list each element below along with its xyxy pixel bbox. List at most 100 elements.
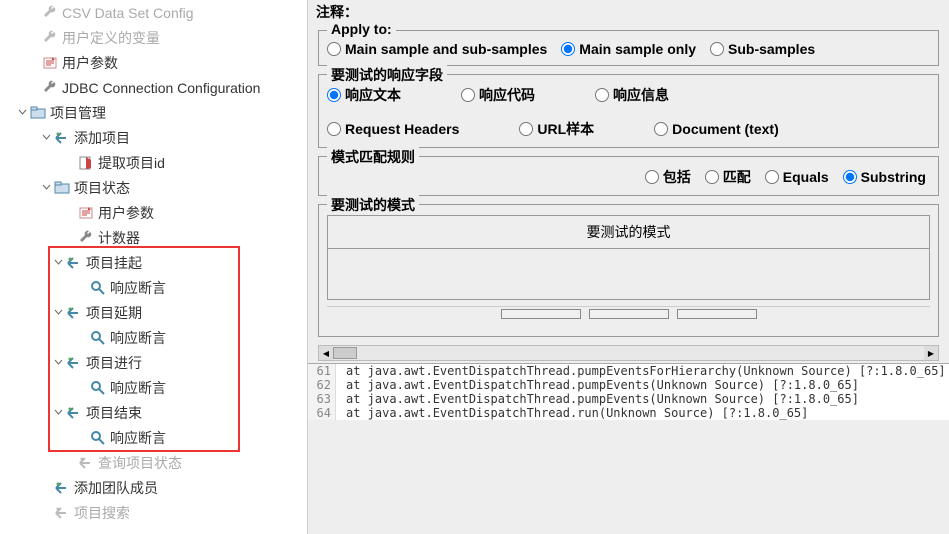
log-panel: 61at java.awt.EventDispatchThread.pumpEv… — [308, 363, 949, 420]
tree-item[interactable]: 响应断言 — [0, 275, 307, 300]
tree-toggle-icon[interactable] — [40, 182, 52, 194]
tree-toggle-icon[interactable] — [64, 232, 76, 244]
radio-input[interactable] — [561, 42, 575, 56]
radio-option[interactable]: 响应代码 — [461, 85, 535, 105]
tree-item-label: 项目状态 — [74, 178, 130, 198]
horizontal-scrollbar[interactable]: ◀ ▶ — [318, 345, 939, 361]
tree-toggle-icon[interactable] — [64, 207, 76, 219]
tree-toggle-icon[interactable] — [76, 382, 88, 394]
tree-item[interactable]: 提取项目id — [0, 150, 307, 175]
tree-item[interactable]: 计数器 — [0, 225, 307, 250]
radio-input[interactable] — [705, 170, 719, 184]
tree-toggle-icon[interactable] — [28, 32, 40, 44]
radio-label: 响应文本 — [345, 85, 401, 105]
right-panel: 注释： Apply to: Main sample and sub-sample… — [308, 0, 949, 534]
tree-item[interactable]: 用户定义的变量 — [0, 25, 307, 50]
tree-item[interactable]: 响应断言 — [0, 325, 307, 350]
tree-toggle-icon[interactable] — [52, 407, 64, 419]
tree-item-label: 项目进行 — [86, 353, 142, 373]
log-text: at java.awt.EventDispatchThread.pumpEven… — [346, 364, 946, 378]
radio-input[interactable] — [595, 88, 609, 102]
radio-label: URL样本 — [537, 119, 594, 139]
radio-option[interactable]: 匹配 — [705, 167, 751, 187]
radio-option[interactable]: Main sample and sub-samples — [327, 41, 547, 57]
tree-item[interactable]: 查询项目状态 — [0, 450, 307, 475]
tree-item-label: 添加项目 — [74, 128, 130, 148]
radio-input[interactable] — [327, 88, 341, 102]
http-icon — [54, 480, 70, 496]
radio-option[interactable]: 响应信息 — [595, 85, 669, 105]
tree-toggle-icon[interactable] — [76, 432, 88, 444]
assert-icon — [90, 280, 106, 296]
scroll-thumb[interactable] — [333, 347, 357, 359]
radio-input[interactable] — [519, 122, 533, 136]
tree-toggle-icon[interactable] — [28, 7, 40, 19]
radio-option[interactable]: 包括 — [645, 167, 691, 187]
radio-input[interactable] — [843, 170, 857, 184]
tree-item[interactable]: 项目搜索 — [0, 500, 307, 525]
tree-toggle-icon[interactable] — [52, 307, 64, 319]
tree-item[interactable]: CSV Data Set Config — [0, 0, 307, 25]
tree-item[interactable]: 用户参数 — [0, 200, 307, 225]
response-field-legend: 要测试的响应字段 — [327, 65, 447, 85]
tree-item[interactable]: 项目进行 — [0, 350, 307, 375]
radio-option[interactable]: URL样本 — [519, 119, 594, 139]
tree-item-label: 响应断言 — [110, 328, 166, 348]
wrench-icon — [42, 80, 58, 96]
tree-toggle-icon[interactable] — [28, 57, 40, 69]
radio-label: Substring — [861, 169, 926, 185]
radio-input[interactable] — [710, 42, 724, 56]
radio-option[interactable]: Substring — [843, 169, 926, 185]
tree-toggle-icon[interactable] — [76, 282, 88, 294]
radio-option[interactable]: Sub-samples — [710, 41, 815, 57]
radio-option[interactable]: 响应文本 — [327, 85, 401, 105]
line-number: 63 — [308, 392, 336, 406]
tree-item-label: 用户参数 — [98, 203, 154, 223]
apply-to-fieldset: Apply to: Main sample and sub-samplesMai… — [318, 30, 939, 66]
extract-icon — [78, 155, 94, 171]
scroll-left-arrow[interactable]: ◀ — [319, 346, 333, 360]
tree-item-label: 响应断言 — [110, 278, 166, 298]
http-icon — [66, 255, 82, 271]
log-line: 62at java.awt.EventDispatchThread.pumpEv… — [308, 378, 949, 392]
radio-input[interactable] — [327, 42, 341, 56]
tree-toggle-icon[interactable] — [40, 132, 52, 144]
tree-item[interactable]: 项目延期 — [0, 300, 307, 325]
tree-item-label: JDBC Connection Configuration — [62, 80, 260, 96]
radio-input[interactable] — [327, 122, 341, 136]
tree-toggle-icon[interactable] — [64, 457, 76, 469]
tree-toggle-icon[interactable] — [28, 82, 40, 94]
patterns-table[interactable]: 要测试的模式 — [327, 215, 930, 300]
tree-toggle-icon[interactable] — [40, 507, 52, 519]
tree-item[interactable]: 项目状态 — [0, 175, 307, 200]
tree-toggle-icon[interactable] — [52, 257, 64, 269]
radio-option[interactable]: Document (text) — [654, 119, 779, 139]
radio-option[interactable]: Equals — [765, 169, 829, 185]
radio-label: 包括 — [663, 167, 691, 187]
radio-option[interactable]: Request Headers — [327, 119, 459, 139]
pattern-rules-legend: 模式匹配规则 — [327, 147, 419, 167]
tree-item-label: 项目延期 — [86, 303, 142, 323]
tree-toggle-icon[interactable] — [52, 357, 64, 369]
scroll-right-arrow[interactable]: ▶ — [924, 346, 938, 360]
tree-item[interactable]: 用户参数 — [0, 50, 307, 75]
tree-toggle-icon[interactable] — [64, 157, 76, 169]
tree-item[interactable]: 添加项目 — [0, 125, 307, 150]
radio-label: 匹配 — [723, 167, 751, 187]
radio-input[interactable] — [654, 122, 668, 136]
radio-input[interactable] — [461, 88, 475, 102]
tree-toggle-icon[interactable] — [16, 107, 28, 119]
radio-input[interactable] — [765, 170, 779, 184]
tree-toggle-icon[interactable] — [40, 482, 52, 494]
tree-toggle-icon[interactable] — [76, 332, 88, 344]
tree-item[interactable]: 添加团队成员 — [0, 475, 307, 500]
tree-item[interactable]: 响应断言 — [0, 425, 307, 450]
tree-item[interactable]: 项目挂起 — [0, 250, 307, 275]
radio-input[interactable] — [645, 170, 659, 184]
tree-item[interactable]: 项目结束 — [0, 400, 307, 425]
tree-item[interactable]: 项目管理 — [0, 100, 307, 125]
radio-option[interactable]: Main sample only — [561, 41, 696, 57]
tree-item[interactable]: 响应断言 — [0, 375, 307, 400]
patterns-fieldset: 要测试的模式 要测试的模式 — [318, 204, 939, 337]
tree-item[interactable]: JDBC Connection Configuration — [0, 75, 307, 100]
